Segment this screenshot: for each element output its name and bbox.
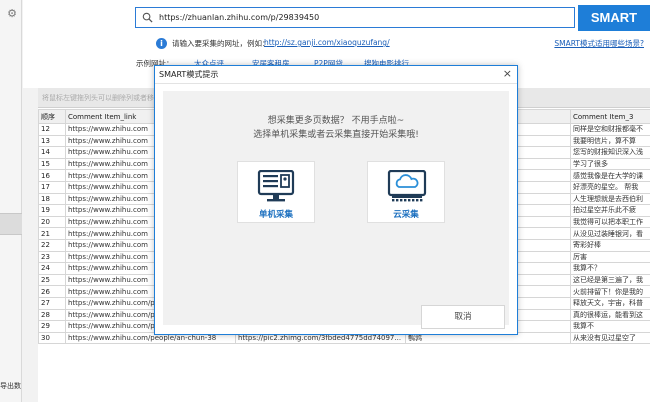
cancel-button[interactable]: 取消 bbox=[421, 305, 505, 329]
cell-comment-text[interactable]: 同样是空和财报都毫不 bbox=[570, 123, 650, 136]
dialog-title: SMART模式提示 bbox=[159, 70, 219, 79]
sidebar-selected-item[interactable] bbox=[0, 213, 22, 235]
row-number[interactable]: 30 bbox=[38, 331, 66, 345]
row-number[interactable]: 19 bbox=[38, 204, 66, 217]
desktop-computer-icon bbox=[257, 170, 295, 202]
row-number[interactable]: 13 bbox=[38, 134, 66, 148]
row-number[interactable]: 27 bbox=[38, 296, 66, 310]
column-header-comment-item-3[interactable]: Comment Item_3 bbox=[570, 109, 650, 124]
smart-help-link[interactable]: SMART模式适用哪些场景? bbox=[554, 38, 644, 49]
column-header-order[interactable]: 顺序 bbox=[38, 109, 66, 124]
cell-comment-text[interactable]: 好漂亮的星空。 帮我 bbox=[570, 180, 650, 194]
cell-comment-text[interactable]: 学习了很多 bbox=[570, 157, 650, 171]
cell-comment-text[interactable]: 真的很棒运，能看到这 bbox=[570, 308, 650, 322]
cell-comment-text[interactable]: 释放天文，宇宙，科普 bbox=[570, 296, 650, 310]
local-collect-card[interactable]: 单机采集 bbox=[237, 161, 315, 223]
info-icon: i bbox=[156, 38, 167, 49]
row-number[interactable]: 18 bbox=[38, 192, 66, 206]
cell-comment-text[interactable]: 您写的财报知识深入浅 bbox=[570, 146, 650, 159]
url-hint-row: i 请输入要采集的网址，例如： http://sz.ganji.com/xiao… bbox=[156, 38, 650, 50]
close-icon[interactable]: × bbox=[503, 67, 512, 81]
url-input[interactable] bbox=[159, 10, 559, 25]
cell-comment-text[interactable]: 从来没有见过星空了 bbox=[570, 331, 650, 345]
row-number[interactable]: 24 bbox=[38, 262, 66, 275]
local-collect-label: 单机采集 bbox=[258, 210, 293, 220]
cell-comment-text[interactable]: 这已经是第三遍了，我 bbox=[570, 273, 650, 287]
row-number[interactable]: 16 bbox=[38, 169, 66, 182]
row-number[interactable]: 21 bbox=[38, 227, 66, 240]
cell-comment-text[interactable]: 我觉得可以把本职工作 bbox=[570, 215, 650, 229]
dialog-title-bar: SMART模式提示 × bbox=[155, 66, 517, 84]
cell-comment-text[interactable]: 火前排留下！你是我的 bbox=[570, 285, 650, 298]
smart-mode-dialog: SMART模式提示 × 想采集更多页数据？ 不用手点啦~ 选择单机采集或者云采集… bbox=[154, 65, 518, 335]
row-number[interactable]: 20 bbox=[38, 215, 66, 229]
gear-icon[interactable]: ⚙ bbox=[6, 8, 18, 20]
row-number[interactable]: 26 bbox=[38, 285, 66, 298]
cell-comment-text[interactable]: 寄彩好棒 bbox=[570, 238, 650, 252]
cloud-computer-icon bbox=[387, 170, 427, 202]
row-number[interactable]: 28 bbox=[38, 308, 66, 322]
cell-comment-text[interactable]: 厉害 bbox=[570, 250, 650, 264]
cell-comment-text[interactable]: 拍过星空并乐此不疲 bbox=[570, 204, 650, 217]
row-number[interactable]: 17 bbox=[38, 180, 66, 194]
cell-comment-text[interactable]: 人生理想就是去西伯利 bbox=[570, 192, 650, 206]
cloud-collect-label: 云采集 bbox=[393, 210, 419, 220]
row-number[interactable]: 12 bbox=[38, 123, 66, 136]
cloud-collect-card[interactable]: 云采集 bbox=[367, 161, 445, 223]
cell-comment-text[interactable]: 我算不？ bbox=[570, 262, 650, 275]
search-icon bbox=[142, 12, 153, 23]
cell-comment-text[interactable]: 我算不 bbox=[570, 320, 650, 333]
dialog-body: 想采集更多页数据？ 不用手点啦~ 选择单机采集或者云采集直接开始采集哦! 单机采… bbox=[163, 91, 509, 329]
export-data-label[interactable]: 导出数 bbox=[0, 381, 22, 391]
left-sidebar: ⚙ 导出数 bbox=[0, 0, 22, 402]
dialog-lead-line-2: 选择单机采集或者云采集直接开始采集哦! bbox=[253, 130, 419, 140]
cell-comment-text[interactable]: 感觉我像是在大学的课 bbox=[570, 169, 650, 182]
row-number[interactable]: 29 bbox=[38, 320, 66, 333]
row-number[interactable]: 14 bbox=[38, 146, 66, 159]
dialog-lead-line-1: 想采集更多页数据？ 不用手点啦~ bbox=[267, 116, 405, 126]
url-hint-text: 请输入要采集的网址，例如： bbox=[172, 39, 270, 48]
smart-button[interactable]: SMART bbox=[578, 5, 650, 31]
row-number[interactable]: 15 bbox=[38, 157, 66, 171]
row-number[interactable]: 23 bbox=[38, 250, 66, 264]
url-input-box[interactable] bbox=[135, 7, 575, 28]
row-number[interactable]: 22 bbox=[38, 238, 66, 252]
row-number[interactable]: 25 bbox=[38, 273, 66, 287]
url-example-link[interactable]: http://sz.ganji.com/xiaoquzufang/ bbox=[264, 38, 390, 47]
cell-comment-text[interactable]: 从没见过装睡银河，看 bbox=[570, 227, 650, 240]
cell-comment-text[interactable]: 我要明信片，算不算 bbox=[570, 134, 650, 148]
